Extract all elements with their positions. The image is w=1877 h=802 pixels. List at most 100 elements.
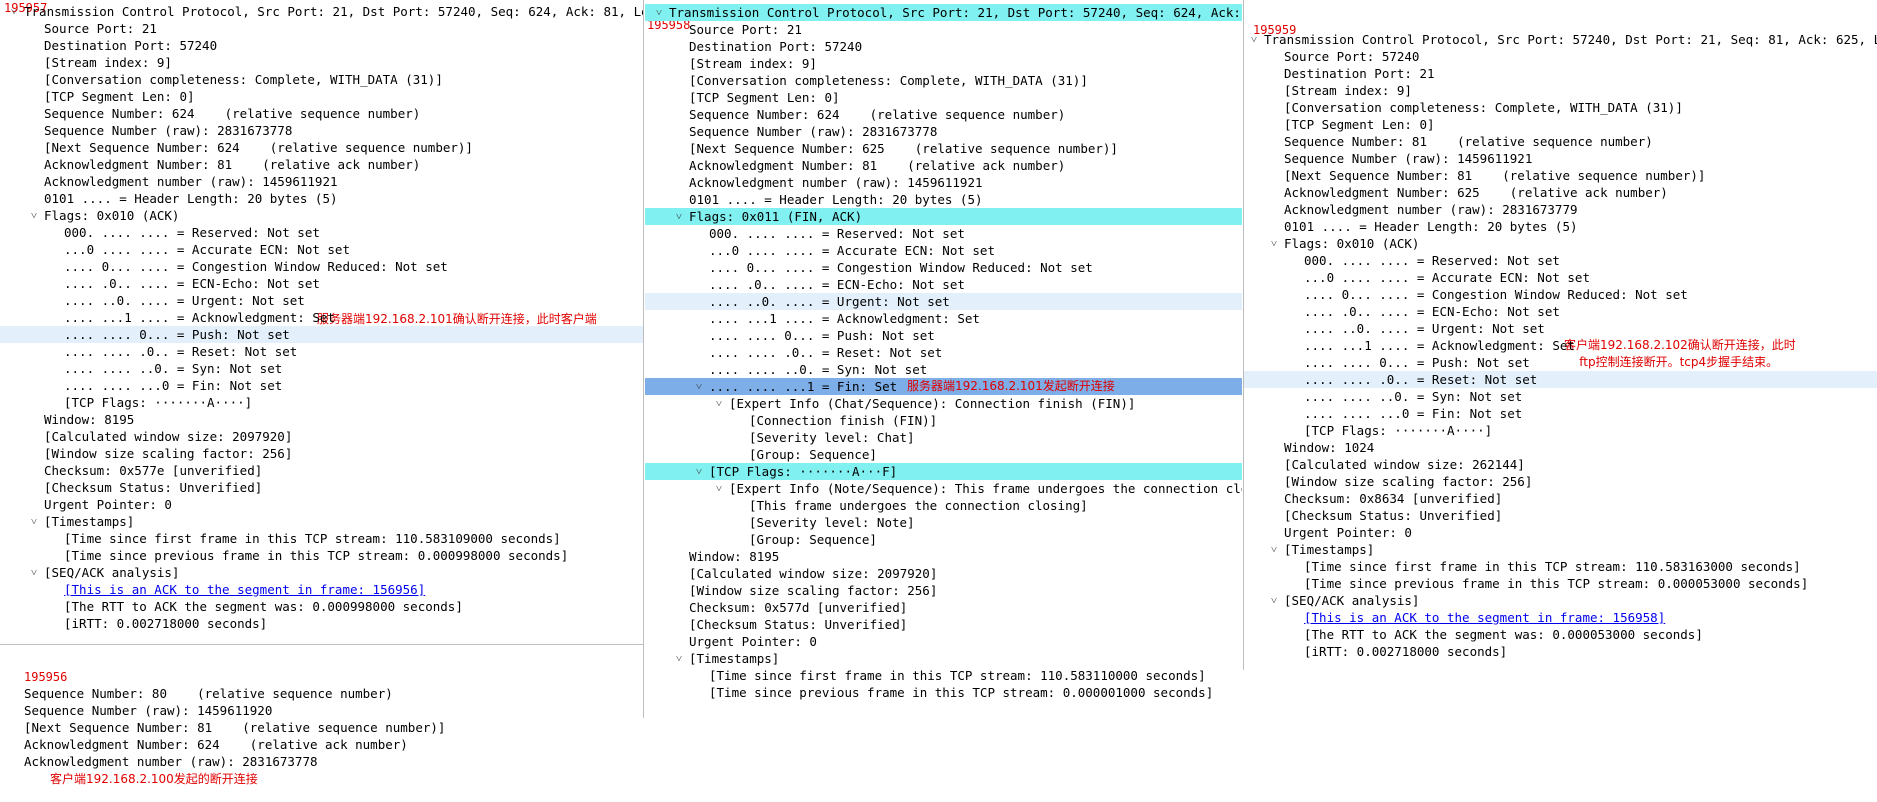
tree-node[interactable]: [iRTT: 0.002718000 seconds]	[1244, 643, 1877, 660]
tree-node[interactable]: Sequence Number: 81 (relative sequence n…	[1244, 133, 1877, 150]
tree-node-expandable[interactable]: ˅ Flags: 0x011 (FIN, ACK)	[645, 208, 1242, 225]
tree-node[interactable]: Window: 1024	[1244, 439, 1877, 456]
tree-node[interactable]: Window: 8195	[645, 548, 1242, 565]
tree-node[interactable]: .... .0.. .... = ECN-Echo: Not set	[1244, 303, 1877, 320]
tree-node-expandable[interactable]: ˅ [Expert Info (Note/Sequence): This fram…	[645, 480, 1242, 497]
tree-node[interactable]: [Time since first frame in this TCP stre…	[0, 530, 643, 547]
chevron-down-icon[interactable]: ˅	[714, 395, 724, 412]
tree-node[interactable]: 0101 .... = Header Length: 20 bytes (5)	[1244, 218, 1877, 235]
tree-node[interactable]: .... ..0. .... = Urgent: Not set	[1244, 320, 1877, 337]
tree-node[interactable]: [The RTT to ACK the segment was: 0.00005…	[1244, 626, 1877, 643]
packet-detail-pane-195958[interactable]: 195958 ˅ Transmission Control Protocol, S…	[645, 0, 1242, 720]
chevron-down-icon[interactable]: ˅	[694, 463, 704, 480]
tree-node-expandable[interactable]: ˅ [Timestamps]	[645, 650, 1242, 667]
tree-node[interactable]: Checksum: 0x577e [unverified]	[0, 462, 643, 479]
tree-node[interactable]: .... 0... .... = Congestion Window Reduc…	[645, 259, 1242, 276]
frame-link[interactable]: [This is an ACK to the segment in frame:…	[64, 581, 425, 598]
chevron-down-icon[interactable]: ˅	[29, 513, 39, 530]
tree-node[interactable]: [Checksum Status: Unverified]	[645, 616, 1242, 633]
packet-detail-pane-195959[interactable]: 195959 客户端192.168.2.102确认断开连接，此时 ftp控制连接…	[1244, 0, 1877, 700]
tree-node[interactable]: Sequence Number (raw): 2831673778	[0, 122, 643, 139]
tree-node[interactable]: [Time since previous frame in this TCP s…	[645, 684, 1242, 701]
tree-node-expandable[interactable]: ˅ [SEQ/ACK analysis]	[1244, 592, 1877, 609]
tree-node-expandable[interactable]: ˅ Transmission Control Protocol, Src Port…	[0, 3, 643, 20]
tree-node[interactable]: [Severity level: Note]	[645, 514, 1242, 531]
tree-node[interactable]: [Stream index: 9]	[645, 55, 1242, 72]
tree-node[interactable]: ...0 .... .... = Accurate ECN: Not set	[1244, 269, 1877, 286]
tree-node[interactable]: Acknowledgment Number: 81 (relative ack …	[645, 157, 1242, 174]
tree-node-expandable[interactable]: ˅ [Expert Info (Chat/Sequence): Connectio…	[645, 395, 1242, 412]
tree-node[interactable]: .... 0... .... = Congestion Window Reduc…	[0, 258, 643, 275]
tree-node[interactable]: 000. .... .... = Reserved: Not set	[1244, 252, 1877, 269]
tree-node[interactable]: [Next Sequence Number: 624 (relative seq…	[0, 139, 643, 156]
tree-node[interactable]: Checksum: 0x8634 [unverified]	[1244, 490, 1877, 507]
tree-node[interactable]: Acknowledgment Number: 81 (relative ack …	[0, 156, 643, 173]
tree-node[interactable]: [Window size scaling factor: 256]	[1244, 473, 1877, 490]
chevron-down-icon[interactable]: ˅	[694, 378, 704, 395]
tree-node-expandable[interactable]: ˅ [Timestamps]	[0, 513, 643, 530]
tree-node[interactable]: [Calculated window size: 262144]	[1244, 456, 1877, 473]
tree-node[interactable]: Acknowledgment number (raw): 1459611921	[0, 173, 643, 190]
tree-node[interactable]: [Checksum Status: Unverified]	[0, 479, 643, 496]
tree-node[interactable]: Checksum: 0x577d [unverified]	[645, 599, 1242, 616]
tree-node[interactable]: .... ..0. .... = Urgent: Not set	[0, 292, 643, 309]
tree-node[interactable]: [Conversation completeness: Complete, WI…	[645, 72, 1242, 89]
tree-node[interactable]: [Next Sequence Number: 81 (relative sequ…	[1244, 167, 1877, 184]
tree-node[interactable]: Source Port: 21	[645, 21, 1242, 38]
tree-node[interactable]: .... .... 0... = Push: Not set	[1244, 354, 1877, 371]
chevron-down-icon[interactable]: ˅	[674, 208, 684, 225]
tree-node[interactable]: .... ...1 .... = Acknowledgment: Set	[0, 309, 643, 326]
tree-node[interactable]: 000. .... .... = Reserved: Not set	[0, 224, 643, 241]
tree-node[interactable]: [Connection finish (FIN)]	[645, 412, 1242, 429]
chevron-down-icon[interactable]: ˅	[9, 3, 19, 20]
tree-node[interactable]: [TCP Flags: ·······A····]	[1244, 422, 1877, 439]
tree-node[interactable]: [iRTT: 0.002718000 seconds]	[0, 615, 643, 632]
tree-node[interactable]: Source Port: 57240	[1244, 48, 1877, 65]
frame-link[interactable]: [This is an ACK to the segment in frame:…	[1304, 609, 1665, 626]
chevron-down-icon[interactable]: ˅	[654, 4, 664, 21]
tree-node[interactable]: 0101 .... = Header Length: 20 bytes (5)	[0, 190, 643, 207]
tree-node[interactable]: [TCP Segment Len: 0]	[0, 88, 643, 105]
tree-node[interactable]: Sequence Number (raw): 2831673778	[645, 123, 1242, 140]
tree-node[interactable]: .... .... 0... = Push: Not set	[645, 327, 1242, 344]
tree-node[interactable]: [Severity level: Chat]	[645, 429, 1242, 446]
tree-node[interactable]: .... .... .0.. = Reset: Not set	[0, 343, 643, 360]
tree-node[interactable]: .... ...1 .... = Acknowledgment: Set	[1244, 337, 1877, 354]
tree-node[interactable]: [Window size scaling factor: 256]	[0, 445, 643, 462]
tree-node[interactable]: 0101 .... = Header Length: 20 bytes (5)	[645, 191, 1242, 208]
tree-node[interactable]: .... ...1 .... = Acknowledgment: Set	[645, 310, 1242, 327]
tree-node-expandable[interactable]: ˅ Transmission Control Protocol, Src Port…	[645, 4, 1242, 21]
tree-node[interactable]: [The RTT to ACK the segment was: 0.00099…	[0, 598, 643, 615]
tree-node[interactable]: [This is an ACK to the segment in frame:…	[0, 581, 643, 598]
tree-node[interactable]: Acknowledgment number (raw): 1459611921	[645, 174, 1242, 191]
chevron-down-icon[interactable]: ˅	[1269, 235, 1279, 252]
tree-node[interactable]: [Stream index: 9]	[0, 54, 643, 71]
tree-node[interactable]: [Conversation completeness: Complete, WI…	[1244, 99, 1877, 116]
tree-node[interactable]: .... .0.. .... = ECN-Echo: Not set	[0, 275, 643, 292]
tree-node[interactable]: [Conversation completeness: Complete, WI…	[0, 71, 643, 88]
tree-node[interactable]: [Window size scaling factor: 256]	[645, 582, 1242, 599]
chevron-down-icon[interactable]: ˅	[714, 480, 724, 497]
tree-node[interactable]: [Calculated window size: 2097920]	[0, 428, 643, 445]
chevron-down-icon[interactable]: ˅	[1269, 541, 1279, 558]
tree-node[interactable]: .... .... ..0. = Syn: Not set	[645, 361, 1242, 378]
tree-node[interactable]: Destination Port: 57240	[645, 38, 1242, 55]
chevron-down-icon[interactable]: ˅	[1249, 31, 1259, 48]
chevron-down-icon[interactable]: ˅	[1269, 592, 1279, 609]
tree-node[interactable]: ...0 .... .... = Accurate ECN: Not set	[0, 241, 643, 258]
tree-node[interactable]: .... .... .0.. = Reset: Not set	[645, 344, 1242, 361]
tree-node[interactable]: [Time since first frame in this TCP stre…	[645, 667, 1242, 684]
tree-node[interactable]: [This is an ACK to the segment in frame:…	[1244, 609, 1877, 626]
tree-node[interactable]: .... .... ..0. = Syn: Not set	[0, 360, 643, 377]
tree-node-expandable[interactable]: ˅ .... .... ...1 = Fin: Set 服务器端192.168.2.…	[645, 378, 1242, 395]
tree-node-expandable[interactable]: ˅ Flags: 0x010 (ACK)	[1244, 235, 1877, 252]
tree-node[interactable]: 000. .... .... = Reserved: Not set	[645, 225, 1242, 242]
tree-node[interactable]: [Time since previous frame in this TCP s…	[0, 547, 643, 564]
tree-node[interactable]: [TCP Flags: ·······A····]	[0, 394, 643, 411]
tree-node[interactable]: .... .... ...0 = Fin: Not set	[0, 377, 643, 394]
tree-node[interactable]: [Group: Sequence]	[645, 531, 1242, 548]
tree-node[interactable]: Sequence Number (raw): 1459611921	[1244, 150, 1877, 167]
tree-node[interactable]: .... ..0. .... = Urgent: Not set	[645, 293, 1242, 310]
tree-node[interactable]: Urgent Pointer: 0	[0, 496, 643, 513]
tree-node[interactable]: Window: 8195	[0, 411, 643, 428]
